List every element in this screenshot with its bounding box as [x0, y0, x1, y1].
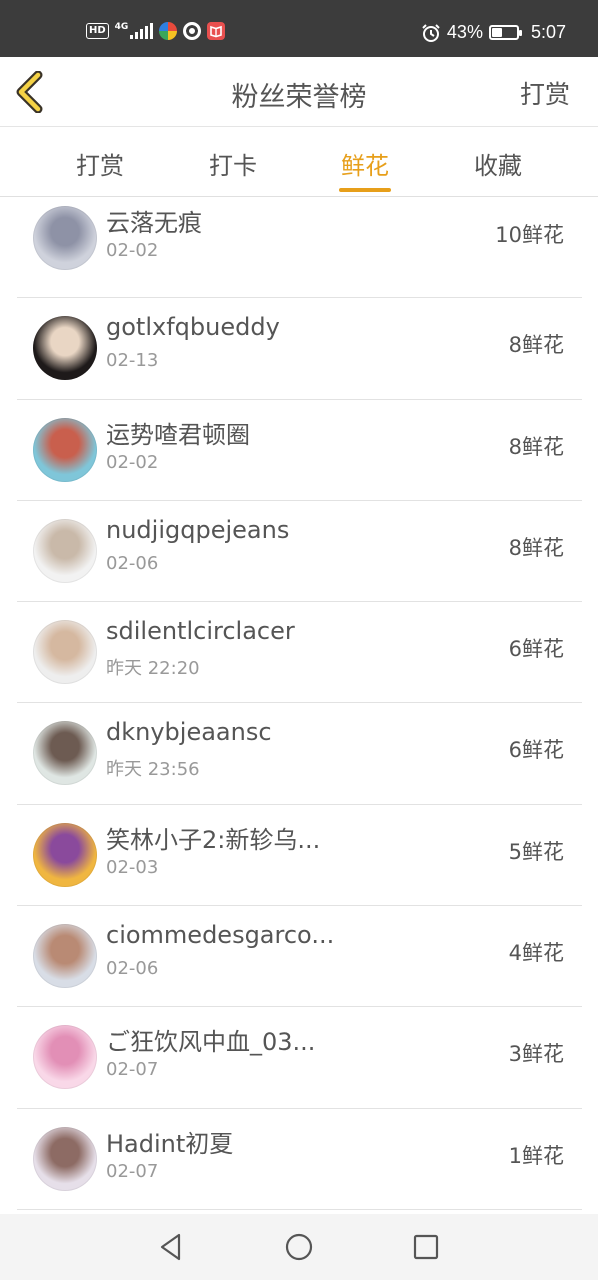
fan-name: ご狂饮风中血_03...	[106, 1028, 316, 1057]
home-circle-icon[interactable]	[282, 1230, 316, 1264]
fan-date: 02-07	[106, 1160, 159, 1182]
tab-label: 收藏	[474, 152, 522, 180]
flower-count: 8鲜花	[508, 535, 564, 560]
alarm-icon	[422, 23, 440, 42]
flower-count: 8鲜花	[508, 333, 564, 358]
fan-date: 02-13	[106, 350, 159, 372]
list-item[interactable]: gotlxfqbueddy 02-13 8鲜花	[17, 298, 582, 400]
system-nav-bar	[0, 1214, 598, 1280]
flower-count: 4鲜花	[508, 941, 564, 966]
avatar[interactable]	[33, 518, 97, 583]
fan-name: 云落无痕	[106, 209, 202, 237]
fan-ranking-list: 云落无痕 02-02 10鲜花 gotlxfqbueddy 02-13 8鲜花 运势喳君顿圈…	[17, 197, 582, 1210]
flower-count: 5鲜花	[508, 839, 564, 864]
list-item[interactable]: sdilentlcirclacer 昨天 22:20 6鲜花	[17, 602, 582, 704]
fan-name: gotlxfqbueddy	[106, 313, 280, 342]
status-icons-left: HD 4G	[86, 22, 226, 40]
avatar[interactable]	[33, 316, 97, 381]
list-item[interactable]: ciommedesgarco... 02-06 4鲜花	[17, 906, 582, 1008]
flower-count: 3鲜花	[508, 1042, 564, 1067]
recents-square-icon[interactable]	[409, 1230, 443, 1264]
page-title: 粉丝荣誉榜	[231, 82, 367, 113]
app-icon-ball	[183, 22, 202, 40]
list-item[interactable]: nudjigqpejeans 02-06 8鲜花	[17, 501, 582, 603]
fan-name: 运势喳君顿圈	[106, 420, 250, 449]
list-item[interactable]: Hadint初夏 02-07 1鲜花	[17, 1109, 582, 1210]
flower-count: 10鲜花	[495, 223, 564, 247]
fan-date: 02-06	[106, 958, 159, 980]
network-type-label: 4G	[114, 22, 129, 32]
top-app-bar: 粉丝荣誉榜 打赏	[0, 57, 598, 127]
fan-date: 02-02	[106, 451, 159, 473]
fan-date: 昨天 22:20	[106, 658, 200, 680]
clock-time: 5:07	[530, 22, 566, 42]
fan-name: sdilentlcirclacer	[106, 617, 295, 646]
avatar[interactable]	[33, 1126, 97, 1191]
status-icons-right: 43% 5:07	[421, 22, 566, 43]
tab-bar: 打赏 打卡 鲜花 收藏	[0, 127, 598, 197]
avatar[interactable]	[33, 206, 97, 270]
fan-date: 02-07	[106, 1059, 159, 1081]
fan-date: 02-06	[106, 552, 159, 574]
list-item[interactable]: 笑林小子2:新轸乌... 02-03 5鲜花	[17, 805, 582, 907]
battery-icon	[488, 25, 522, 40]
tab-reward[interactable]: 打赏	[60, 146, 140, 181]
tab-label: 鲜花	[341, 152, 389, 180]
avatar[interactable]	[33, 1025, 97, 1090]
avatar[interactable]	[33, 721, 97, 786]
app-icon-book	[207, 22, 226, 40]
fan-name: 笑林小子2:新轸乌...	[106, 825, 321, 854]
active-tab-indicator	[339, 188, 391, 192]
flower-count: 8鲜花	[508, 434, 564, 459]
fan-date: 02-03	[106, 856, 159, 878]
fan-date: 昨天 23:56	[106, 759, 200, 781]
flower-count: 6鲜花	[508, 738, 564, 763]
fan-name: nudjigqpejeans	[106, 515, 290, 544]
status-bar: HD 4G 43% 5:07	[0, 0, 598, 57]
tab-label: 打卡	[209, 152, 257, 180]
list-item[interactable]: dknybjeaansc 昨天 23:56 6鲜花	[17, 703, 582, 805]
avatar[interactable]	[33, 417, 97, 482]
list-item[interactable]: ご狂饮风中血_03... 02-07 3鲜花	[17, 1007, 582, 1109]
battery-percent: 43%	[446, 22, 483, 42]
fan-name: dknybjeaansc	[106, 718, 272, 747]
list-item[interactable]: 运势喳君顿圈 02-02 8鲜花	[17, 400, 582, 501]
tab-label: 打赏	[76, 152, 124, 180]
app-icon-colorful	[159, 22, 178, 40]
avatar[interactable]	[33, 620, 97, 685]
signal-icon	[130, 23, 154, 39]
fan-name: Hadint初夏	[106, 1129, 234, 1158]
list-item[interactable]: 云落无痕 02-02 10鲜花	[17, 197, 582, 299]
tab-checkin[interactable]: 打卡	[193, 146, 273, 181]
back-triangle-icon[interactable]	[154, 1230, 188, 1264]
flower-count: 1鲜花	[508, 1143, 564, 1168]
avatar[interactable]	[33, 822, 97, 887]
fan-name: ciommedesgarco...	[106, 921, 335, 950]
reward-button[interactable]: 打赏	[520, 75, 570, 111]
tab-favorites[interactable]: 收藏	[458, 146, 538, 181]
fan-date: 02-02	[106, 240, 159, 261]
avatar[interactable]	[33, 924, 97, 989]
tab-flowers[interactable]: 鲜花	[325, 146, 405, 192]
hd-icon: HD	[86, 23, 109, 39]
flower-count: 6鲜花	[508, 637, 564, 662]
